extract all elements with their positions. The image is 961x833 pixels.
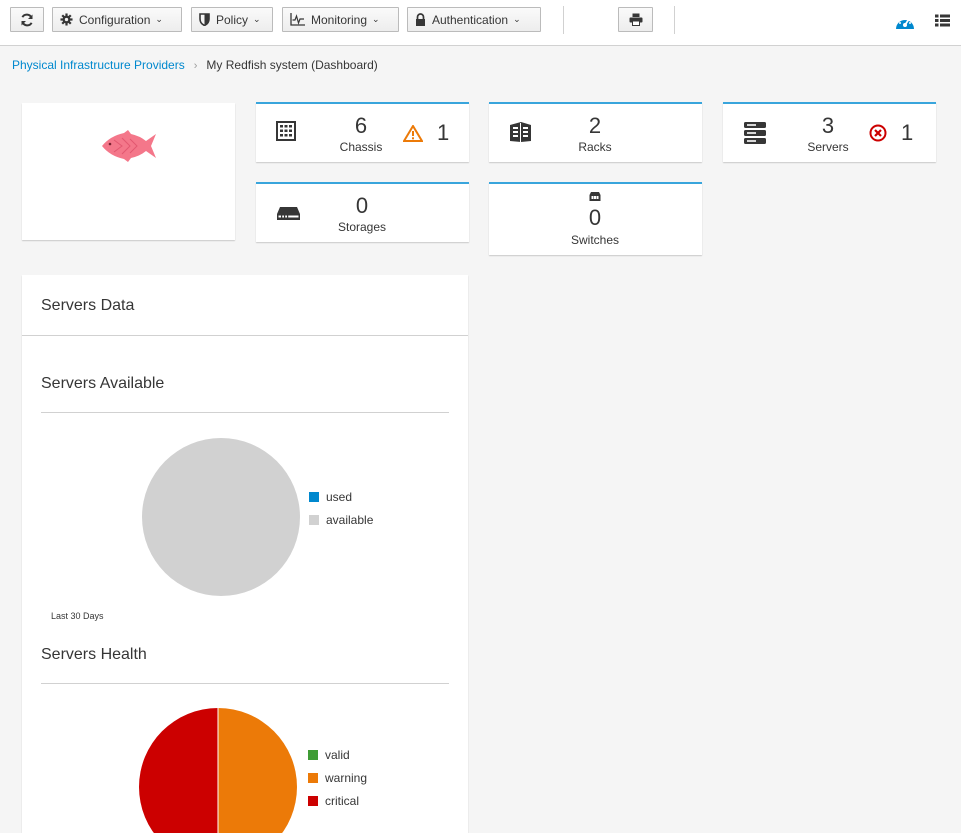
section-divider — [41, 412, 449, 413]
racks-card[interactable]: 2 Racks — [489, 102, 702, 162]
lock-icon — [415, 13, 426, 26]
servers-available-legend: used available — [309, 485, 373, 531]
error-circle-icon — [869, 124, 887, 142]
legend-swatch — [308, 749, 318, 760]
chassis-warning-badge[interactable]: 1 — [403, 122, 449, 144]
switches-card[interactable]: 0 Switches — [489, 182, 702, 255]
rack-icon — [509, 121, 532, 146]
toolbar: Configuration ⌄ Policy ⌄ Monitoring ⌄ Au… — [0, 0, 961, 46]
policy-label: Policy — [216, 12, 249, 27]
servers-health-legend: valid warning critical — [308, 743, 367, 812]
chassis-count: 6 — [354, 113, 368, 138]
storages-label: Storages — [337, 220, 387, 234]
provider-logo-card — [22, 103, 235, 240]
legend-label: warning — [325, 770, 368, 785]
chevron-down-icon: ⌄ — [155, 14, 163, 24]
servers-data-title: Servers Data — [41, 297, 135, 314]
gear-icon — [60, 13, 73, 26]
chevron-down-icon: ⌄ — [253, 14, 261, 24]
servers-data-panel: Servers Data Servers Available used avai… — [22, 275, 468, 833]
network-switch-icon — [589, 191, 601, 202]
racks-count: 2 — [588, 113, 602, 138]
legend-label: valid — [325, 747, 350, 762]
chassis-label: Chassis — [339, 140, 383, 154]
breadcrumb: Physical Infrastructure Providers › My Red… — [12, 58, 378, 72]
monitoring-dropdown[interactable]: Monitoring ⌄ — [282, 7, 399, 32]
servers-card[interactable]: 3 Servers 1 — [723, 102, 936, 162]
pie-slice-critical[interactable] — [139, 708, 218, 833]
tachometer-icon[interactable] — [895, 13, 915, 30]
toolbar-divider — [563, 6, 564, 34]
warning-triangle-icon — [403, 124, 423, 142]
breadcrumb-parent-link[interactable]: Physical Infrastructure Providers — [12, 58, 185, 72]
servers-count: 3 — [821, 113, 835, 138]
monitoring-chart-icon — [290, 13, 305, 26]
configuration-dropdown[interactable]: Configuration ⌄ — [52, 7, 182, 32]
storage-icon — [276, 206, 301, 224]
legend-item-valid[interactable]: valid — [308, 743, 367, 766]
authentication-dropdown[interactable]: Authentication ⌄ — [407, 7, 541, 32]
legend-swatch — [308, 772, 318, 783]
toolbar-divider — [674, 6, 675, 34]
racks-label: Racks — [578, 140, 612, 154]
print-button[interactable] — [618, 7, 653, 32]
server-icon — [743, 121, 767, 148]
authentication-label: Authentication — [432, 12, 509, 27]
storages-card[interactable]: 0 Storages — [256, 182, 469, 242]
print-icon — [629, 13, 643, 26]
chevron-down-icon: ⌄ — [372, 14, 380, 24]
legend-label: used — [326, 489, 353, 504]
monitoring-label: Monitoring — [311, 12, 368, 27]
legend-item-critical[interactable]: critical — [308, 789, 367, 812]
servers-label: Servers — [807, 140, 849, 154]
section-divider — [41, 683, 449, 684]
servers-available-pie-chart — [142, 438, 300, 596]
servers-health-pie-chart — [139, 708, 297, 833]
breadcrumb-current: My Redfish system (Dashboard) — [206, 58, 378, 72]
chart-caption: Last 30 Days — [51, 611, 104, 621]
switches-label: Switches — [570, 233, 620, 247]
servers-error-badge[interactable]: 1 — [869, 122, 913, 144]
pie-slice-warning[interactable] — [218, 708, 297, 833]
pie-slice-available[interactable] — [142, 438, 300, 596]
servers-available-title: Servers Available — [41, 375, 165, 392]
servers-health-title: Servers Health — [41, 646, 147, 663]
legend-item-used[interactable]: used — [309, 485, 373, 508]
legend-item-available[interactable]: available — [309, 508, 373, 531]
legend-label: available — [326, 512, 374, 527]
servers-error-count: 1 — [901, 120, 914, 145]
panel-divider — [22, 335, 468, 336]
switches-count: 0 — [588, 205, 602, 230]
redfish-logo-icon — [100, 130, 158, 162]
refresh-button[interactable] — [10, 7, 44, 32]
legend-swatch — [308, 795, 318, 806]
legend-label: critical — [325, 793, 360, 808]
storages-count: 0 — [355, 193, 369, 218]
chevron-down-icon: ⌄ — [513, 14, 521, 24]
chassis-card[interactable]: 6 Chassis 1 — [256, 102, 469, 162]
refresh-icon — [20, 13, 34, 27]
chassis-warning-count: 1 — [437, 120, 450, 145]
legend-swatch — [309, 514, 319, 525]
configuration-label: Configuration — [79, 12, 151, 27]
legend-item-warning[interactable]: warning — [308, 766, 367, 789]
policy-dropdown[interactable]: Policy ⌄ — [191, 7, 273, 32]
shield-icon — [199, 13, 210, 26]
list-icon[interactable] — [935, 14, 950, 27]
legend-swatch — [309, 491, 319, 502]
breadcrumb-separator: › — [193, 60, 198, 72]
chassis-icon — [276, 121, 296, 144]
